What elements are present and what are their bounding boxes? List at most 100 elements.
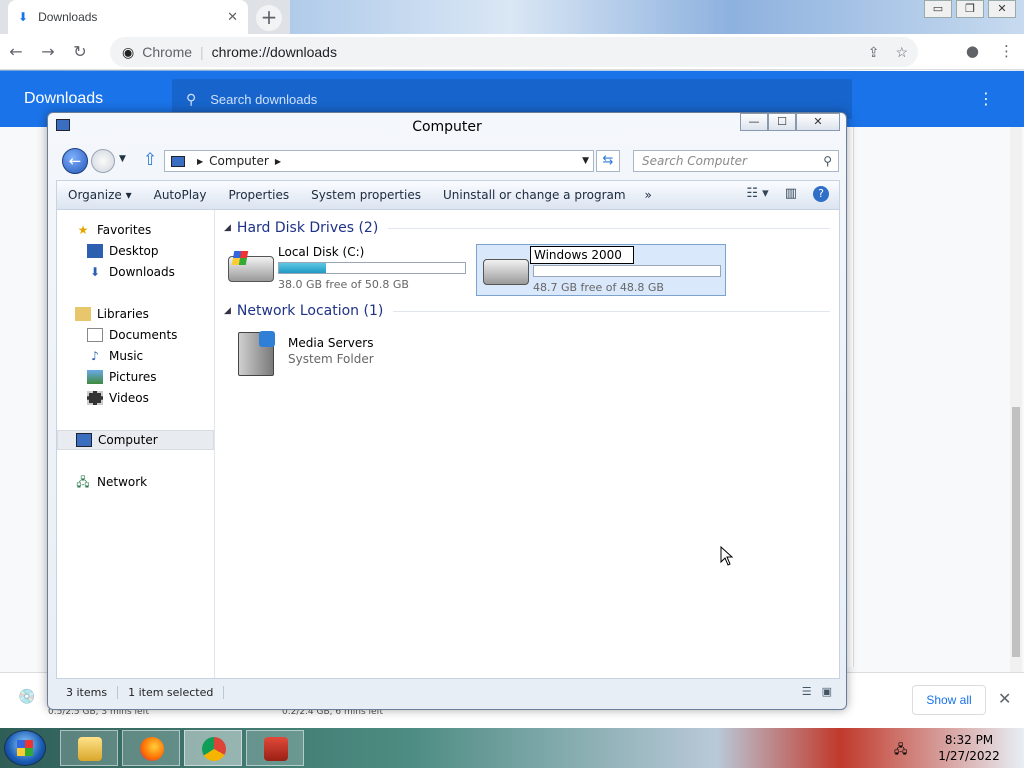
explorer-address-bar[interactable]: ▶ Computer ▶ ▼ [164,150,594,172]
refresh-button[interactable]: ⇆ [596,150,620,172]
explorer-search-input[interactable]: Search Computer ⚲ [633,150,839,172]
nav-desktop[interactable]: Desktop [57,241,214,261]
chrome-minimize-button[interactable]: ▭ [924,0,952,18]
site-info-icon[interactable]: ◉ [122,44,134,61]
windows-logo-icon [17,740,33,756]
status-bar: 3 items 1 item selected ☰ ▣ [56,679,840,705]
url-text: chrome://downloads [211,44,337,60]
nav-label: Network [97,475,148,489]
nav-downloads[interactable]: ⬇ Downloads [57,262,214,282]
nav-label: Computer [98,433,158,447]
tab-downloads[interactable]: ⬇ Downloads ✕ [8,0,248,34]
group-title: Network Location (1) [236,303,384,319]
breadcrumb-arrow-icon[interactable]: ▶ [275,157,281,166]
tab-close-icon[interactable]: ✕ [227,10,238,25]
nav-favorites[interactable]: ★ Favorites [57,220,214,240]
collapse-triangle-icon[interactable]: ◢ [224,306,231,316]
large-icons-view-icon[interactable]: ▣ [822,685,832,698]
minimize-button[interactable]: — [740,113,768,131]
taskbar: 🖧 8:32 PM 1/27/2022 [0,728,1024,768]
profile-icon[interactable]: ● [966,42,979,60]
forward-button[interactable] [91,149,115,173]
chrome-icon [202,737,226,761]
chrome-close-button[interactable]: ✕ [988,0,1016,18]
shelf-close-icon[interactable]: ✕ [998,689,1011,708]
reload-icon[interactable]: ↻ [64,42,96,61]
breadcrumb-computer[interactable]: Computer [209,154,269,168]
star-icon: ★ [77,223,89,237]
computer-icon [171,155,185,167]
rename-field[interactable]: Windows 2000 [530,246,634,264]
nav-documents[interactable]: Documents [57,325,214,345]
back-icon[interactable]: ← [0,42,32,61]
details-view-icon[interactable]: ☰ [802,685,812,698]
show-all-button[interactable]: Show all [912,685,986,715]
taskbar-explorer[interactable] [60,730,118,766]
nav-network[interactable]: 🖧 Network [57,472,214,492]
omnibox-divider: | [200,44,204,60]
explorer-title: Computer [412,119,482,135]
nav-libraries[interactable]: Libraries [57,304,214,324]
taskbar-chrome[interactable] [184,730,242,766]
nav-label: Videos [109,391,149,405]
organize-menu[interactable]: Organize ▾ [57,188,143,202]
address-dropdown-icon[interactable]: ▼ [582,156,589,166]
more-commands-button[interactable]: » [637,188,660,202]
downloads-search-placeholder: Search downloads [210,91,318,107]
chrome-restore-button[interactable]: ❐ [956,0,984,18]
preview-pane-icon[interactable]: ▥ [785,186,797,202]
music-icon: ♪ [91,349,99,363]
explorer-window-controls: — ☐ ✕ [740,113,840,131]
explorer-titlebar[interactable]: Computer — ☐ ✕ [48,113,846,143]
status-view-buttons: ☰ ▣ [802,685,832,698]
scrollbar-thumb[interactable] [1012,407,1020,657]
nav-videos[interactable]: Videos [57,388,214,408]
page-scrollbar[interactable] [1010,127,1022,672]
properties-button[interactable]: Properties [218,188,301,202]
taskbar-firefox[interactable] [122,730,180,766]
new-tab-button[interactable]: + [256,5,282,31]
network-status-icon[interactable]: 🖧 [894,740,907,761]
breadcrumb-arrow-icon[interactable]: ▶ [197,157,203,166]
folder-icon [78,737,102,761]
documents-icon [87,328,103,342]
uninstall-program-button[interactable]: Uninstall or change a program [432,188,637,202]
download-icon: ⬇ [18,10,29,24]
close-button[interactable]: ✕ [796,113,840,131]
change-view-icon[interactable]: ☷ ▾ [746,186,768,202]
maximize-button[interactable]: ☐ [768,113,796,131]
nav-computer[interactable]: Computer [57,430,214,450]
clock-date[interactable]: 1/27/2022 [924,749,1014,763]
back-button[interactable]: ← [62,148,88,174]
drive-local-disk-c[interactable]: Local Disk (C:) 38.0 GB free of 50.8 GB [222,242,472,294]
system-properties-button[interactable]: System properties [300,188,432,202]
network-item-media-servers[interactable]: Media Servers System Folder [238,330,438,380]
taskbar-toolbox[interactable] [246,730,304,766]
nav-pictures[interactable]: Pictures [57,367,214,387]
address-bar[interactable]: ◉ Chrome | chrome://downloads ⇪ ☆ [110,37,918,67]
forward-icon[interactable]: → [32,42,64,61]
group-header-network-location[interactable]: ◢ Network Location (1) [224,303,830,319]
bookmark-star-icon[interactable]: ☆ [895,44,908,61]
share-icon[interactable]: ⇪ [868,44,880,61]
system-tray: 🖧 8:32 PM 1/27/2022 [884,728,1024,768]
help-icon[interactable]: ? [813,186,829,202]
nav-label: Desktop [109,244,159,258]
autoplay-button[interactable]: AutoPlay [143,188,218,202]
drive-windows-2000[interactable]: Windows 2000 48.7 GB free of 48.8 GB [476,244,726,296]
collapse-triangle-icon[interactable]: ◢ [224,223,231,233]
nav-music[interactable]: ♪ Music [57,346,214,366]
explorer-search-placeholder: Search Computer [642,154,747,168]
up-arrow-icon[interactable]: ⇧ [143,150,157,170]
recent-pages-dropdown[interactable]: ▼ [119,154,126,164]
media-server-icon [238,331,275,376]
chrome-menu-icon[interactable]: ⋮ [999,42,1014,60]
group-header-hard-disks[interactable]: ◢ Hard Disk Drives (2) [224,220,830,236]
search-icon[interactable]: ⚲ [823,154,832,168]
start-button[interactable] [4,730,46,766]
videos-icon [87,391,103,405]
nav-label: Downloads [109,265,175,279]
downloads-menu-icon[interactable]: ⋮ [978,89,994,108]
clock-time[interactable]: 8:32 PM [924,733,1014,747]
drive-free-space: 38.0 GB free of 50.8 GB [278,278,409,291]
